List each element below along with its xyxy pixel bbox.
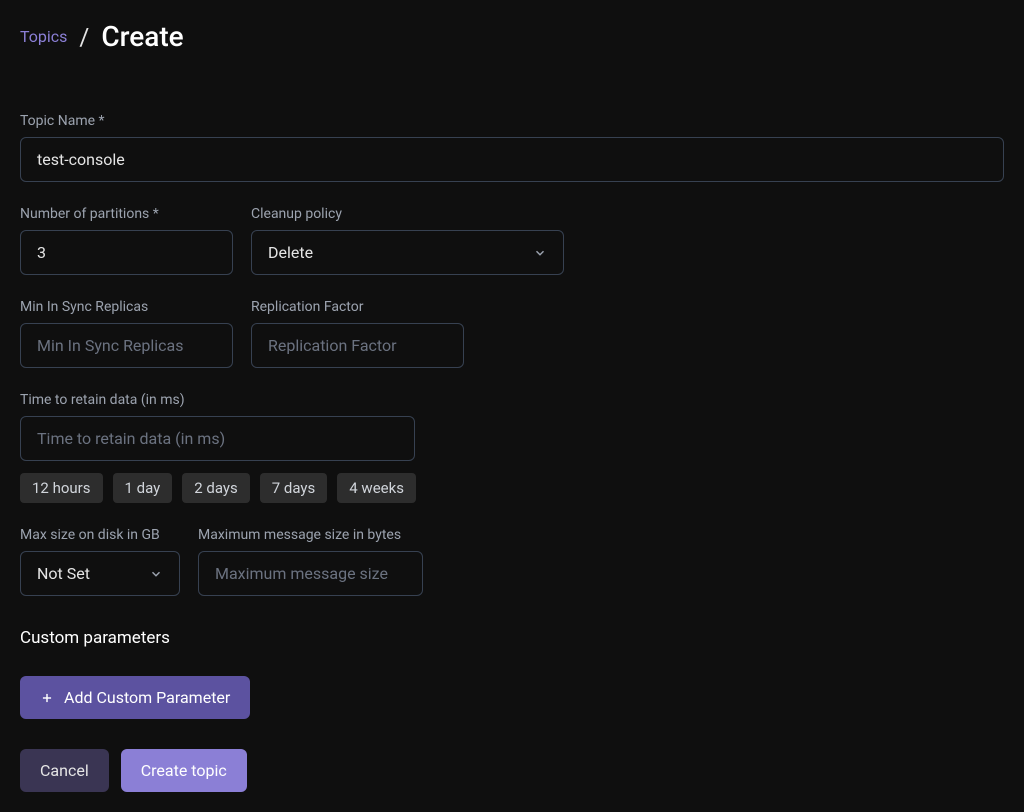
max-msg-size-label: Maximum message size in bytes (198, 527, 423, 543)
breadcrumb-separator: / (79, 23, 89, 51)
custom-parameters-title: Custom parameters (20, 628, 1004, 648)
retention-chip-2days[interactable]: 2 days (182, 473, 250, 503)
breadcrumb: Topics / Create (20, 20, 1004, 53)
page-title: Create (101, 20, 183, 53)
replication-factor-input[interactable] (251, 323, 464, 368)
replication-factor-label: Replication Factor (251, 299, 464, 315)
retention-chip-4weeks[interactable]: 4 weeks (337, 473, 416, 503)
retention-chip-1day[interactable]: 1 day (113, 473, 173, 503)
cleanup-policy-select[interactable]: Delete (251, 230, 564, 275)
create-topic-button[interactable]: Create topic (121, 749, 247, 792)
retention-label: Time to retain data (in ms) (20, 392, 1004, 408)
create-topic-form: Topic Name * Number of partitions * Clea… (20, 113, 1004, 792)
max-msg-size-input[interactable] (198, 551, 423, 596)
retention-chip-row: 12 hours 1 day 2 days 7 days 4 weeks (20, 473, 1004, 503)
chevron-down-icon (533, 246, 547, 260)
cancel-button[interactable]: Cancel (20, 749, 109, 792)
min-in-sync-input[interactable] (20, 323, 233, 368)
max-size-disk-label: Max size on disk in GB (20, 527, 180, 543)
add-custom-parameter-label: Add Custom Parameter (64, 688, 230, 707)
retention-chip-7days[interactable]: 7 days (260, 473, 328, 503)
retention-input[interactable] (20, 416, 415, 461)
chevron-down-icon (149, 567, 163, 581)
cleanup-policy-label: Cleanup policy (251, 206, 564, 222)
topic-name-label: Topic Name * (20, 113, 1004, 129)
max-size-disk-select[interactable]: Not Set (20, 551, 180, 596)
retention-chip-12hours[interactable]: 12 hours (20, 473, 103, 503)
min-in-sync-label: Min In Sync Replicas (20, 299, 233, 315)
cleanup-policy-value: Delete (268, 243, 313, 262)
action-button-row: Cancel Create topic (20, 749, 1004, 792)
plus-icon (40, 691, 54, 705)
add-custom-parameter-button[interactable]: Add Custom Parameter (20, 676, 250, 719)
partitions-input[interactable] (20, 230, 233, 275)
breadcrumb-link-topics[interactable]: Topics (20, 27, 67, 46)
max-size-disk-value: Not Set (37, 564, 90, 583)
partitions-label: Number of partitions * (20, 206, 233, 222)
topic-name-input[interactable] (20, 137, 1004, 182)
